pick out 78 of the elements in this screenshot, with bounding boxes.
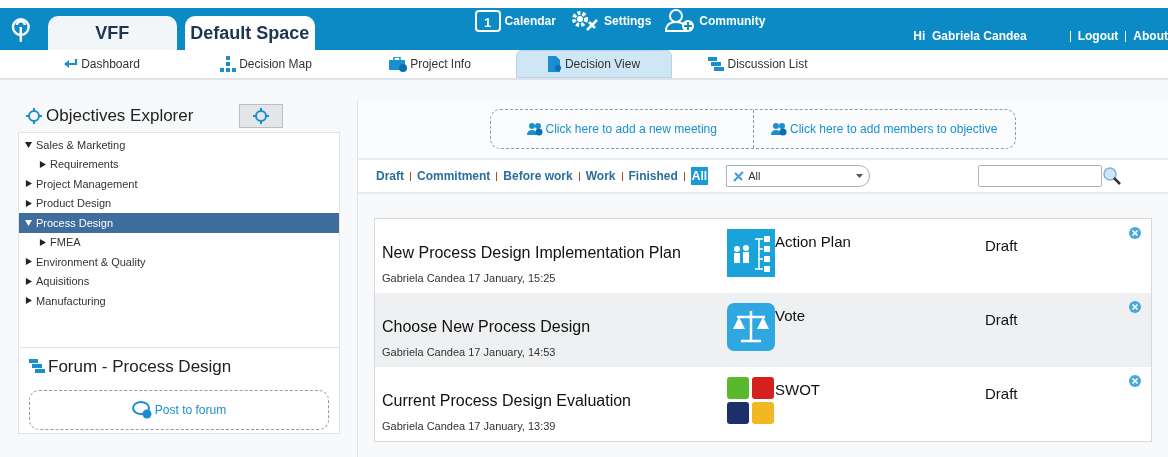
header-link[interactable]: Community: [699, 12, 766, 30]
decision-type: SWOT: [775, 380, 821, 400]
briefcase-icon: [389, 56, 408, 72]
tree-item[interactable]: Process Design: [19, 213, 339, 233]
expanded-triangle-icon[interactable]: [25, 141, 32, 149]
decision-status: Draft: [985, 236, 1018, 256]
collapsed-triangle-icon[interactable]: [39, 238, 46, 246]
tree-item[interactable]: FMEA: [19, 232, 339, 252]
tree-item[interactable]: Environment & Quality: [19, 252, 339, 272]
document-icon: [547, 56, 562, 72]
decision-meta: Gabriela Candea 17 January, 14:53: [382, 345, 557, 360]
status-filter[interactable]: Work: [585, 167, 616, 185]
decision-type: Vote: [775, 306, 807, 326]
close-icon[interactable]: [1129, 301, 1141, 313]
return-arrow-icon: [64, 59, 79, 69]
action-link[interactable]: Click here to add members to objective: [752, 110, 1015, 148]
status-filter[interactable]: Before work: [503, 167, 573, 185]
locate-button[interactable]: [239, 104, 284, 128]
decision-meta: Gabriela Candea 17 January, 15:25: [382, 271, 557, 286]
forum-title: Forum - Process Design: [48, 356, 232, 378]
calendar-icon: 1: [474, 10, 501, 32]
search-icon[interactable]: [1102, 166, 1123, 186]
decision-type: Action Plan: [775, 232, 852, 252]
collapsed-triangle-icon[interactable]: [25, 277, 32, 285]
collapsed-triangle-icon[interactable]: [25, 297, 32, 305]
greeting: Hi Gabriela Candea: [913, 28, 1027, 45]
close-icon[interactable]: [1129, 227, 1141, 239]
list-icon: [708, 56, 725, 72]
header-link[interactable]: Settings: [603, 12, 652, 30]
tools-icon: [733, 170, 745, 182]
target-icon: [26, 108, 42, 124]
status-filter[interactable]: Commitment: [417, 167, 491, 185]
collapsed-triangle-icon[interactable]: [25, 258, 32, 266]
account-link[interactable]: About: [1133, 27, 1168, 45]
collapsed-triangle-icon[interactable]: [25, 199, 32, 207]
status-filter[interactable]: Draft: [376, 167, 404, 185]
account-link[interactable]: Logout: [1077, 27, 1119, 45]
nav-tab[interactable]: Discussion List: [680, 50, 836, 78]
tree-item[interactable]: Requirements: [19, 154, 339, 174]
logo-icon: [10, 17, 32, 43]
post-to-forum-button[interactable]: Post to forum: [29, 389, 329, 430]
swot-grid-icon: [727, 377, 775, 425]
group-icon: [771, 122, 788, 136]
speech-bubble-icon: [131, 400, 152, 419]
decision-row[interactable]: Choose New Process Design Gabriela Candea 17 January, 14:53 Vote Draft: [375, 293, 1151, 367]
tree-item[interactable]: Manufacturing: [19, 291, 339, 311]
decision-meta: Gabriela Candea 17 January, 13:39: [382, 419, 557, 434]
nav-tab[interactable]: Decision View: [516, 50, 672, 78]
collapsed-triangle-icon[interactable]: [39, 160, 46, 168]
status-filter[interactable]: Finished: [628, 167, 678, 185]
nav-tab[interactable]: Decision Map: [188, 50, 344, 78]
decision-title[interactable]: New Process Design Implementation Plan: [382, 241, 727, 265]
search-field[interactable]: [978, 165, 1103, 187]
header-link[interactable]: Calendar: [504, 12, 556, 30]
close-icon[interactable]: [1129, 375, 1141, 387]
collapsed-triangle-icon[interactable]: [25, 180, 32, 188]
nav-tab[interactable]: Dashboard: [24, 50, 180, 78]
forum-icon: [29, 359, 45, 375]
decision-title[interactable]: Current Process Design Evaluation: [382, 389, 727, 413]
tree-item[interactable]: Aquisitions: [19, 271, 339, 291]
target-icon: [253, 108, 270, 124]
group-icon: [526, 122, 543, 136]
tree-item[interactable]: Product Design: [19, 193, 339, 213]
action-link[interactable]: Click here to add a new meeting: [491, 110, 753, 148]
tree-item[interactable]: Project Management: [19, 174, 339, 194]
panel-title: Objectives Explorer: [46, 105, 194, 128]
caret-icon: [856, 174, 864, 178]
workspace-tab[interactable]: VFF: [47, 16, 178, 50]
decision-title[interactable]: Choose New Process Design: [382, 315, 727, 339]
team-chart-icon: [727, 229, 775, 277]
hierarchy-icon: [220, 56, 237, 72]
tree-item[interactable]: Sales & Marketing: [19, 135, 339, 155]
workspace-tab[interactable]: Default Space: [185, 16, 315, 50]
gears-icon: [569, 10, 600, 32]
decision-status: Draft: [985, 310, 1018, 330]
nav-tab[interactable]: Project Info: [352, 50, 508, 78]
scales-icon: [727, 303, 775, 351]
decision-status: Draft: [985, 384, 1018, 404]
